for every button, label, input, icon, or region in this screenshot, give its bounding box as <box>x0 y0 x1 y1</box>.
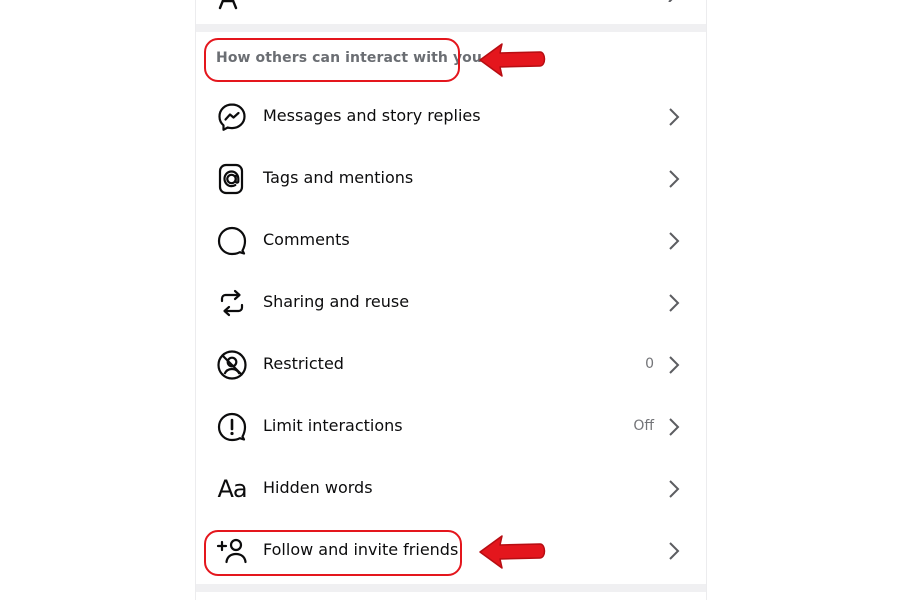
chevron-right-icon <box>669 418 680 436</box>
aa-glyph: Aa <box>217 475 247 503</box>
chevron-right-icon <box>669 108 680 126</box>
row-sharing-and-reuse[interactable]: Sharing and reuse <box>196 273 706 335</box>
at-sign-icon <box>216 163 248 195</box>
comment-bubble-icon <box>216 225 248 257</box>
messenger-icon <box>216 101 248 133</box>
repost-icon <box>216 287 248 319</box>
chevron-right-icon <box>669 480 680 498</box>
row-limit-interactions[interactable]: Limit interactions Off <box>196 397 706 459</box>
text-aa-icon: Aa <box>216 473 248 505</box>
row-label: Restricted <box>263 354 344 373</box>
row-label: Messages and story replies <box>263 106 481 125</box>
chevron-right-icon <box>669 294 680 312</box>
alert-bubble-icon <box>216 411 248 443</box>
row-label: Follow and invite friends <box>263 540 459 559</box>
row-restricted[interactable]: Restricted 0 <box>196 335 706 397</box>
row-messages-and-story-replies[interactable]: Messages and story replies <box>196 87 706 149</box>
chevron-right-icon <box>669 542 680 560</box>
row-comments[interactable]: Comments <box>196 211 706 273</box>
row-tags-and-mentions[interactable]: Tags and mentions <box>196 149 706 211</box>
text-format-icon <box>218 0 238 10</box>
row-label: Hidden words <box>263 478 373 497</box>
previous-section-card <box>196 0 706 24</box>
row-hidden-words[interactable]: Aa Hidden words <box>196 459 706 521</box>
row-label: Comments <box>263 230 350 249</box>
interaction-settings-card: How others can interact with you Message… <box>196 32 706 584</box>
chevron-right-icon <box>668 0 673 2</box>
row-label: Tags and mentions <box>263 168 414 187</box>
row-label: Sharing and reuse <box>263 292 410 311</box>
settings-screen: How others can interact with you Message… <box>196 0 706 600</box>
limit-status: Off <box>633 418 654 434</box>
section-title: How others can interact with you <box>216 50 482 66</box>
restricted-count: 0 <box>645 356 654 372</box>
add-person-icon <box>216 535 248 567</box>
row-follow-and-invite-friends[interactable]: Follow and invite friends <box>196 521 706 583</box>
restricted-user-icon <box>216 349 248 381</box>
row-label: Limit interactions <box>263 416 403 435</box>
chevron-right-icon <box>669 356 680 374</box>
chevron-right-icon <box>669 232 680 250</box>
next-section-card <box>196 592 706 600</box>
chevron-right-icon <box>669 170 680 188</box>
